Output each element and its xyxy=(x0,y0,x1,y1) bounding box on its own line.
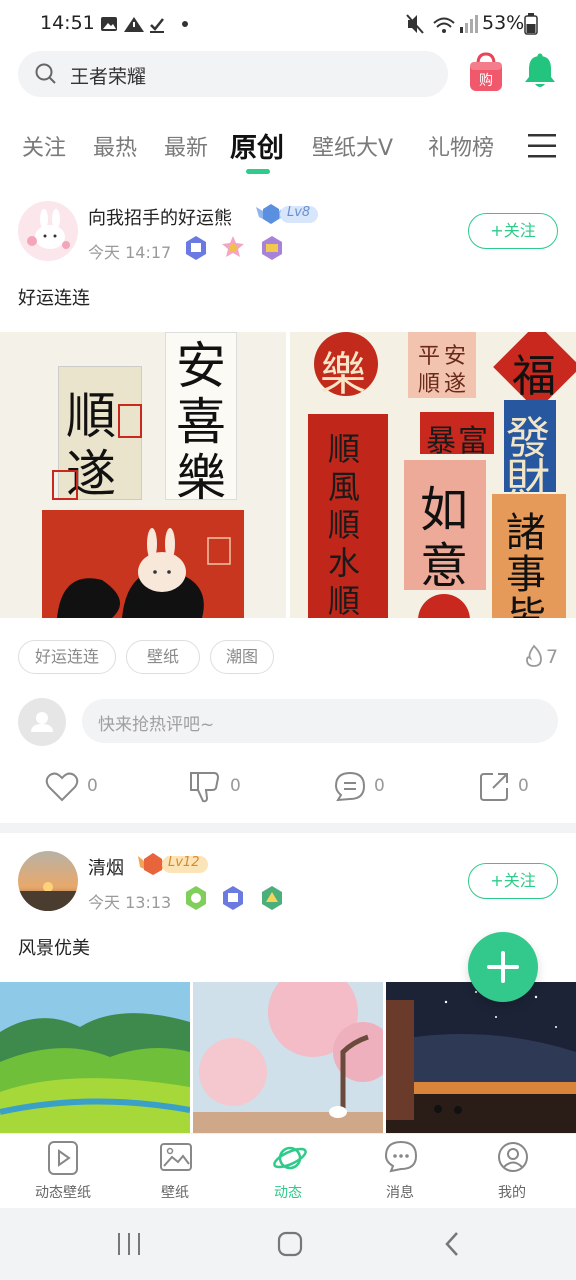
heat-count: 7 xyxy=(546,646,559,668)
live-wallpaper-icon xyxy=(48,1141,78,1175)
tab-newest[interactable]: 最新 xyxy=(164,130,208,162)
calligraphy-char: 遂 xyxy=(444,372,467,397)
achievement-badges-icon xyxy=(186,886,282,910)
post-text: 好运连连 xyxy=(18,288,90,309)
sunset-avatar-icon xyxy=(18,882,78,911)
tab-hottest[interactable]: 最热 xyxy=(93,130,137,162)
nav-label: 消息 xyxy=(386,1185,414,1201)
nav-profile[interactable]: 我的 xyxy=(462,1134,562,1209)
calligraphy-char: 皆 xyxy=(506,594,546,618)
tag-chip[interactable]: 好运连连 xyxy=(18,640,116,674)
nav-wallpaper[interactable]: 壁纸 xyxy=(125,1134,225,1209)
post-time: 今天 13:13 xyxy=(88,893,172,912)
tab-original[interactable]: 原创 xyxy=(230,126,284,165)
chat-bubble-icon xyxy=(384,1140,418,1173)
comment-bubble-icon[interactable] xyxy=(333,771,367,803)
comment-placeholder: 快来抢热评吧~ xyxy=(98,715,215,735)
tag-chip[interactable]: 壁纸 xyxy=(126,640,200,674)
post-time: 今天 14:17 xyxy=(88,243,172,262)
notification-bell-icon[interactable] xyxy=(522,53,558,91)
post-image[interactable]: 安 喜 樂 順 遂 樂 平 安 順 遂 福 順 風 順 水 順 暴 富 發 財 … xyxy=(0,332,576,618)
post-image[interactable] xyxy=(386,982,576,1133)
nav-label: 动态 xyxy=(274,1185,302,1201)
bottom-nav: 动态壁纸 壁纸 动态 消息 我的 xyxy=(0,1133,576,1208)
calligraphy-char: 順 xyxy=(418,372,441,397)
cherry-blossom-image-icon xyxy=(193,982,383,1133)
night-sky-image-icon xyxy=(386,982,576,1133)
dislike-count: 0 xyxy=(230,776,241,796)
share-icon[interactable] xyxy=(479,771,511,803)
status-bar: 14:51 53% xyxy=(0,0,576,48)
image-left-panel: 安 喜 樂 順 遂 xyxy=(0,332,286,618)
post-image[interactable] xyxy=(193,982,383,1133)
calligraphy-char: 順 xyxy=(328,582,361,618)
green-hills-image-icon xyxy=(0,1013,190,1133)
tab-follow[interactable]: 关注 xyxy=(22,130,66,162)
svg-text:购: 购 xyxy=(479,73,493,89)
like-heart-icon[interactable] xyxy=(45,772,79,802)
nav-label: 动态壁纸 xyxy=(35,1185,91,1201)
battery-icon xyxy=(524,13,538,35)
avatar[interactable] xyxy=(18,201,78,261)
calligraphy-char: 樂 xyxy=(176,449,226,507)
planet-icon xyxy=(273,1146,307,1170)
menu-icon[interactable] xyxy=(528,133,556,159)
level-text: Lv12 xyxy=(168,855,200,870)
comment-input[interactable]: 快来抢热评吧~ xyxy=(82,699,558,743)
tag-chip[interactable]: 潮图 xyxy=(210,640,274,674)
bunny-illustration-icon xyxy=(57,528,231,618)
level-badge: Lv12 xyxy=(138,851,210,877)
post-user-name[interactable]: 向我招手的好运熊 xyxy=(88,204,232,230)
avatar[interactable] xyxy=(18,851,78,911)
achievement-badges-icon xyxy=(186,236,282,260)
post-image[interactable] xyxy=(0,982,190,1133)
search-query: 王者荣耀 xyxy=(70,66,147,88)
bunny-avatar-icon xyxy=(27,209,70,249)
recent-apps-icon[interactable] xyxy=(116,1232,142,1256)
tab-wallpaper-v[interactable]: 壁纸大V xyxy=(312,130,393,162)
calligraphy-char: 暴 xyxy=(426,424,456,459)
status-time: 14:51 xyxy=(40,12,95,34)
my-avatar xyxy=(18,698,66,746)
profile-icon xyxy=(498,1142,528,1172)
post-divider xyxy=(0,823,576,833)
post-text: 风景优美 xyxy=(18,938,90,959)
nav-feed[interactable]: 动态 xyxy=(238,1134,338,1209)
level-text: Lv8 xyxy=(287,205,311,220)
search-bar[interactable]: 王者荣耀 xyxy=(18,51,448,97)
battery-percent: 53% xyxy=(482,12,525,34)
calligraphy-char: 福 xyxy=(512,351,556,402)
image-right-panel: 樂 平 安 順 遂 福 順 風 順 水 順 暴 富 發 財 如 意 諸 事 皆 xyxy=(290,332,576,618)
dislike-thumb-icon[interactable] xyxy=(188,770,222,804)
create-post-button[interactable] xyxy=(468,932,538,1002)
post-user-name[interactable]: 清烟 xyxy=(88,854,124,880)
tab-active-indicator xyxy=(246,169,270,174)
calligraphy-char: 富 xyxy=(458,424,488,459)
home-icon[interactable] xyxy=(276,1230,304,1258)
nav-label: 我的 xyxy=(498,1185,526,1201)
notification-icons xyxy=(101,17,188,33)
back-icon[interactable] xyxy=(442,1230,462,1258)
tab-gift-rank[interactable]: 礼物榜 xyxy=(428,130,494,162)
heat-flame-icon xyxy=(526,644,542,667)
comment-count: 0 xyxy=(374,776,385,796)
level-badge: Lv8 xyxy=(256,201,320,227)
search-icon xyxy=(35,63,56,84)
shop-bag-icon[interactable]: 购 xyxy=(468,52,504,92)
share-count: 0 xyxy=(518,776,529,796)
follow-button[interactable]: +关注 xyxy=(468,213,558,249)
system-status-icons xyxy=(406,14,478,34)
follow-button[interactable]: +关注 xyxy=(468,863,558,899)
nav-messages[interactable]: 消息 xyxy=(350,1134,450,1209)
calligraphy-char: 意 xyxy=(420,538,469,594)
like-count: 0 xyxy=(87,776,98,796)
image-icon xyxy=(160,1143,192,1171)
system-nav-bar xyxy=(0,1208,576,1280)
nav-label: 壁纸 xyxy=(161,1185,189,1201)
calligraphy-char: 樂 xyxy=(320,347,366,401)
plus-icon xyxy=(487,951,519,983)
nav-live-wallpaper[interactable]: 动态壁纸 xyxy=(13,1134,113,1209)
user-placeholder-icon xyxy=(31,712,53,732)
